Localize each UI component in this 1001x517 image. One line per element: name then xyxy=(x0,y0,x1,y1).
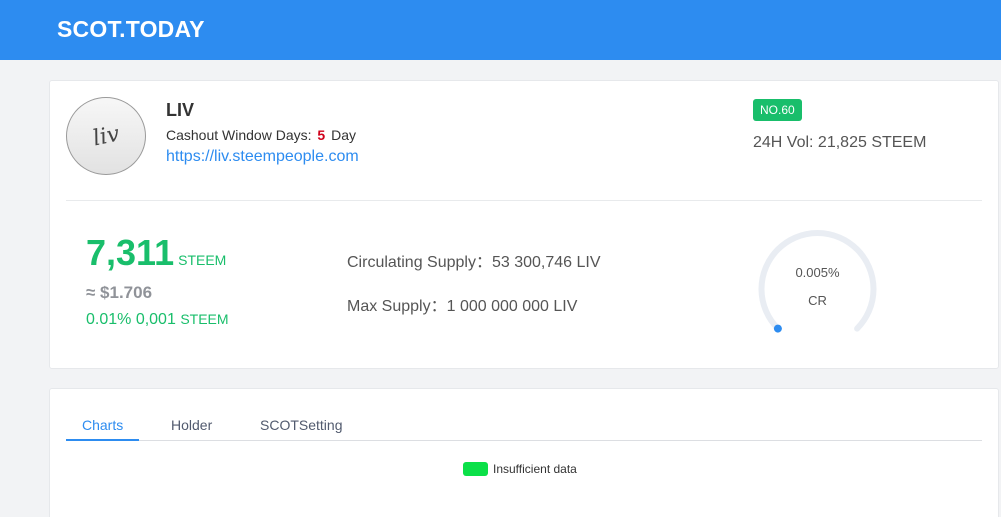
cashout-label: Cashout Window Days: xyxy=(166,127,312,143)
legend-label: Insufficient data xyxy=(493,462,577,476)
cashout-days-value: 5 xyxy=(317,127,326,143)
tab-charts[interactable]: Charts xyxy=(82,417,123,441)
price-change-value: 0.01% 0,001 xyxy=(86,311,176,328)
token-name: LIV xyxy=(166,100,195,120)
usd-price: ≈ $1.706 xyxy=(86,283,153,302)
price-value: 7,311 xyxy=(86,232,175,273)
legend-swatch xyxy=(463,462,488,476)
token-website-link[interactable]: https://liv.steempeople.com xyxy=(166,148,359,166)
rank-badge: NO.60 xyxy=(753,99,802,121)
price-display: 7,311 STEEM xyxy=(86,232,226,274)
tab-holder[interactable]: Holder xyxy=(171,417,212,441)
gauge-indicator-dot xyxy=(773,324,782,333)
cr-label: CR xyxy=(808,293,827,308)
price-change: 0.01% 0,001 STEEM xyxy=(86,311,229,329)
price-change-unit: STEEM xyxy=(180,311,229,327)
cashout-days-unit: Day xyxy=(331,127,356,143)
circulating-supply: Circulating Supply：53 300,746 LIV xyxy=(347,254,601,271)
site-brand-logo[interactable]: SCOT.TODAY xyxy=(57,16,205,43)
gauge-track xyxy=(758,230,877,332)
tabs-card: Charts Holder SCOTSetting Insufficient d… xyxy=(49,388,999,517)
max-supply: Max Supply：1 000 000 000 LIV xyxy=(347,298,578,315)
cr-gauge xyxy=(758,230,877,333)
active-tab-underline xyxy=(66,439,139,441)
cr-percent: 0.005% xyxy=(795,265,840,280)
top-navigation-bar: SCOT.TODAY xyxy=(0,0,1001,60)
tab-bar: Charts Holder SCOTSetting xyxy=(66,417,982,441)
price-unit: STEEM xyxy=(178,252,227,268)
token-logo-text: liv xyxy=(90,121,122,151)
token-avatar: liv xyxy=(66,97,146,175)
token-info-card: liv LIV Cashout Window Days: 5 Day https… xyxy=(49,80,999,369)
volume-24h: 24H Vol: 21,825 STEEM xyxy=(753,134,927,151)
chart-legend[interactable]: Insufficient data xyxy=(463,462,577,476)
cashout-window: Cashout Window Days: 5 Day xyxy=(166,127,356,143)
tab-scotsetting[interactable]: SCOTSetting xyxy=(260,417,342,441)
section-divider xyxy=(66,200,982,201)
